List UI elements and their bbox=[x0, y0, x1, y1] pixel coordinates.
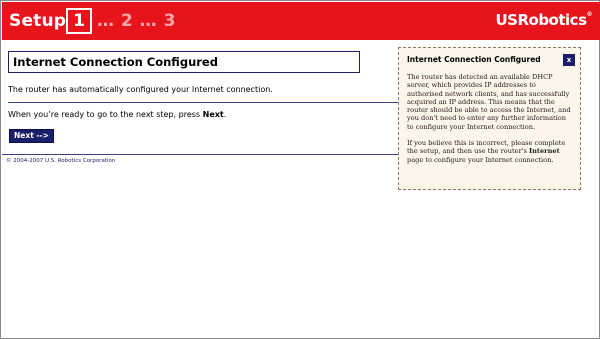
next-prompt-strong: Next bbox=[202, 110, 224, 119]
next-button[interactable]: Next --> bbox=[9, 129, 54, 143]
help-title: Internet Connection Configured bbox=[407, 55, 541, 64]
page-title: Internet Connection Configured bbox=[8, 51, 360, 73]
copyright-text: © 2004-2007 U.S. Robotics Corporation bbox=[6, 158, 116, 164]
help-paragraph-2: If you believe this is incorrect, please… bbox=[407, 139, 573, 164]
auto-configured-message: The router has automatically configured … bbox=[8, 85, 273, 94]
footer-divider bbox=[2, 154, 402, 155]
help-panel: Internet Connection Configured x The rou… bbox=[398, 47, 581, 190]
setup-label: Setup bbox=[9, 11, 67, 31]
next-prompt-prefix: When you’re ready to go to the next step… bbox=[8, 110, 203, 119]
close-help-button[interactable]: x bbox=[563, 54, 575, 66]
next-step-prompt: When you’re ready to go to the next step… bbox=[8, 110, 226, 119]
section-divider bbox=[8, 102, 400, 103]
help-body: The router has detected an available DHC… bbox=[407, 73, 573, 164]
logo-registered-mark: ® bbox=[586, 11, 593, 18]
help-paragraph-2-suffix: page to configure your Internet connecti… bbox=[407, 155, 554, 164]
next-prompt-suffix: . bbox=[223, 110, 227, 119]
help-paragraph-1: The router has detected an available DHC… bbox=[407, 73, 571, 131]
internet-page-reference: Internet bbox=[529, 147, 560, 156]
current-step-indicator: 1 bbox=[66, 8, 92, 34]
browser-frame: Setup 1 … 2 … 3 USRobotics® Internet Con… bbox=[0, 0, 600, 339]
logo-text: USRobotics bbox=[495, 11, 587, 29]
remaining-steps: … 2 … 3 bbox=[97, 11, 176, 31]
setup-header: Setup 1 … 2 … 3 USRobotics® bbox=[2, 2, 600, 40]
usrobotics-logo: USRobotics® bbox=[495, 11, 592, 29]
